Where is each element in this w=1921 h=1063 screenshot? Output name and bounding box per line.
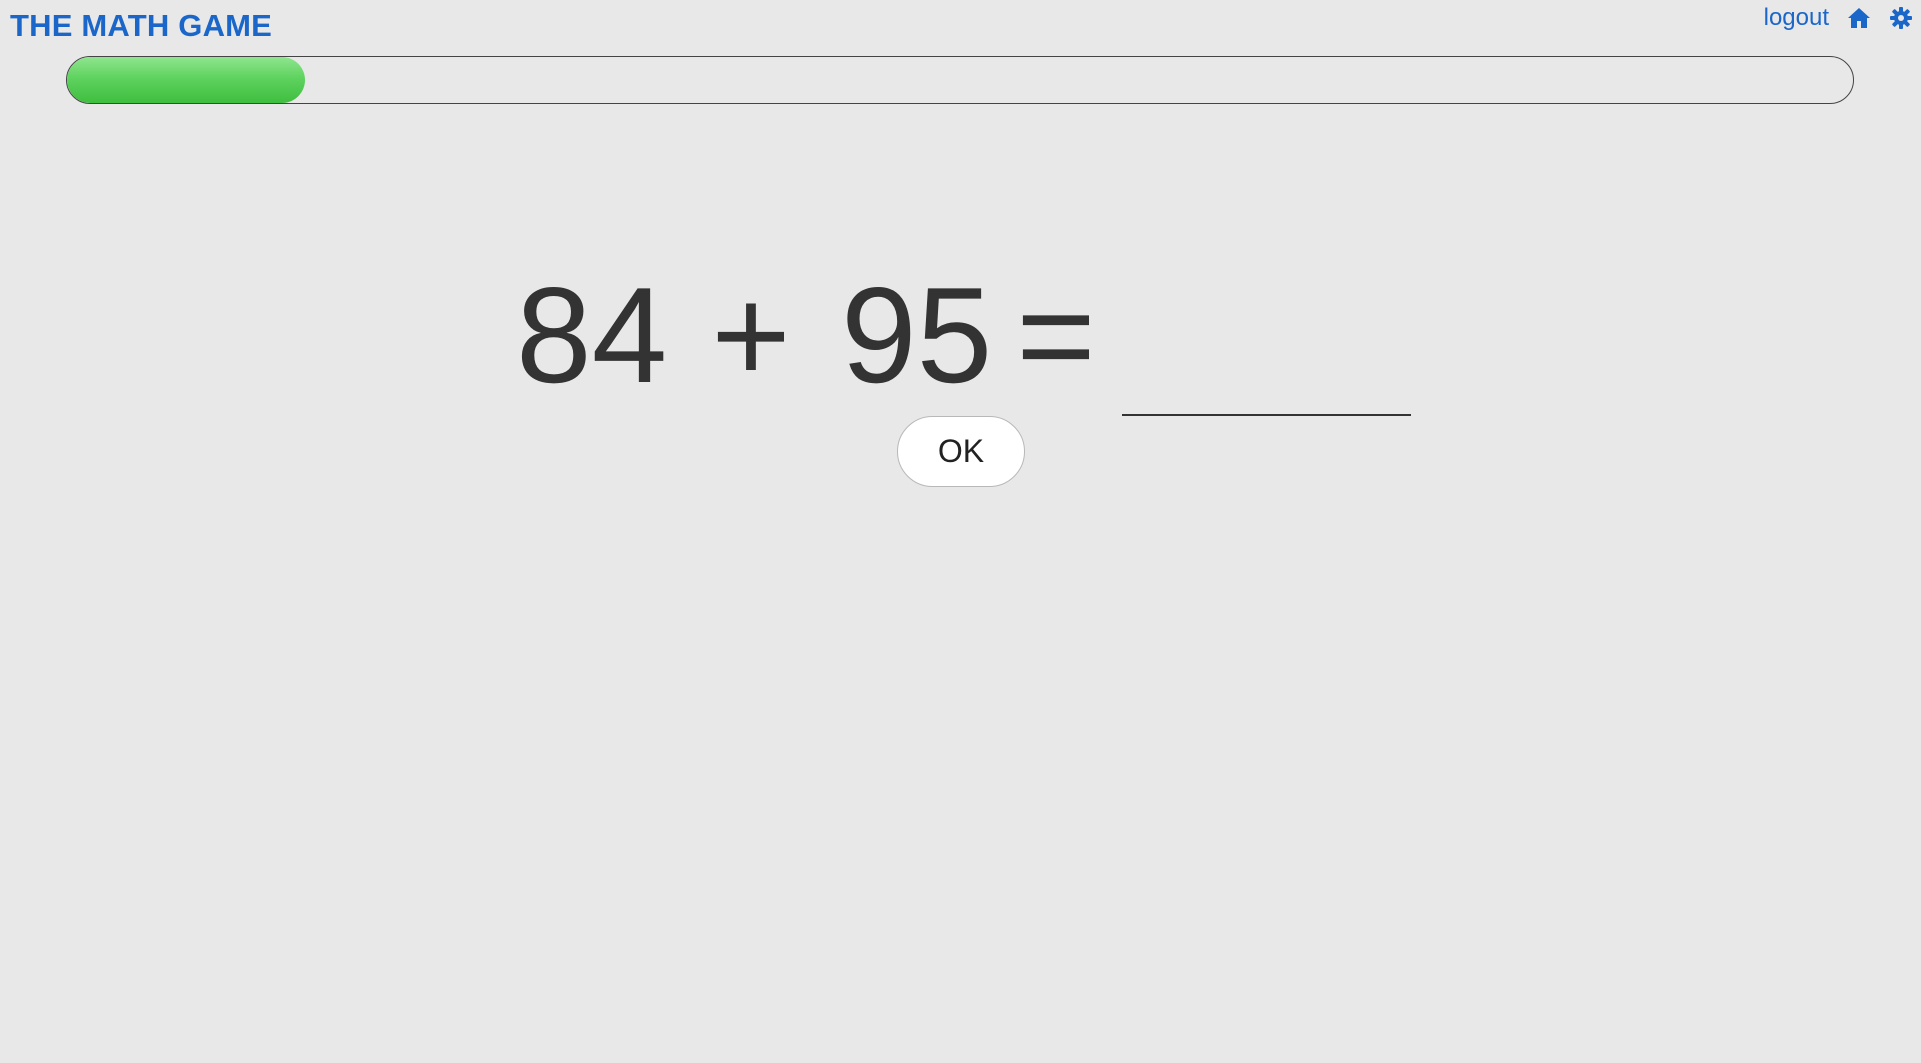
progress-bar-fill	[67, 57, 305, 103]
operand-1: 84	[516, 259, 668, 411]
math-game-page: THE MATH GAME logout 84 + 95 = OK	[0, 0, 1921, 1063]
top-navigation: logout	[1764, 4, 1913, 32]
home-icon[interactable]	[1847, 6, 1871, 30]
home-icon-graphic	[1848, 8, 1870, 28]
math-problem: 84 + 95 =	[516, 259, 1111, 411]
gear-icon[interactable]	[1889, 6, 1913, 30]
answer-input[interactable]	[1122, 360, 1411, 416]
gear-icon-graphic	[1890, 7, 1912, 29]
logout-link[interactable]: logout	[1764, 4, 1829, 32]
operand-2: 95	[841, 259, 993, 411]
equals-sign: =	[1016, 259, 1096, 411]
progress-bar	[66, 56, 1854, 104]
ok-button[interactable]: OK	[897, 416, 1025, 487]
app-title: THE MATH GAME	[10, 8, 273, 43]
operator: +	[711, 259, 791, 411]
